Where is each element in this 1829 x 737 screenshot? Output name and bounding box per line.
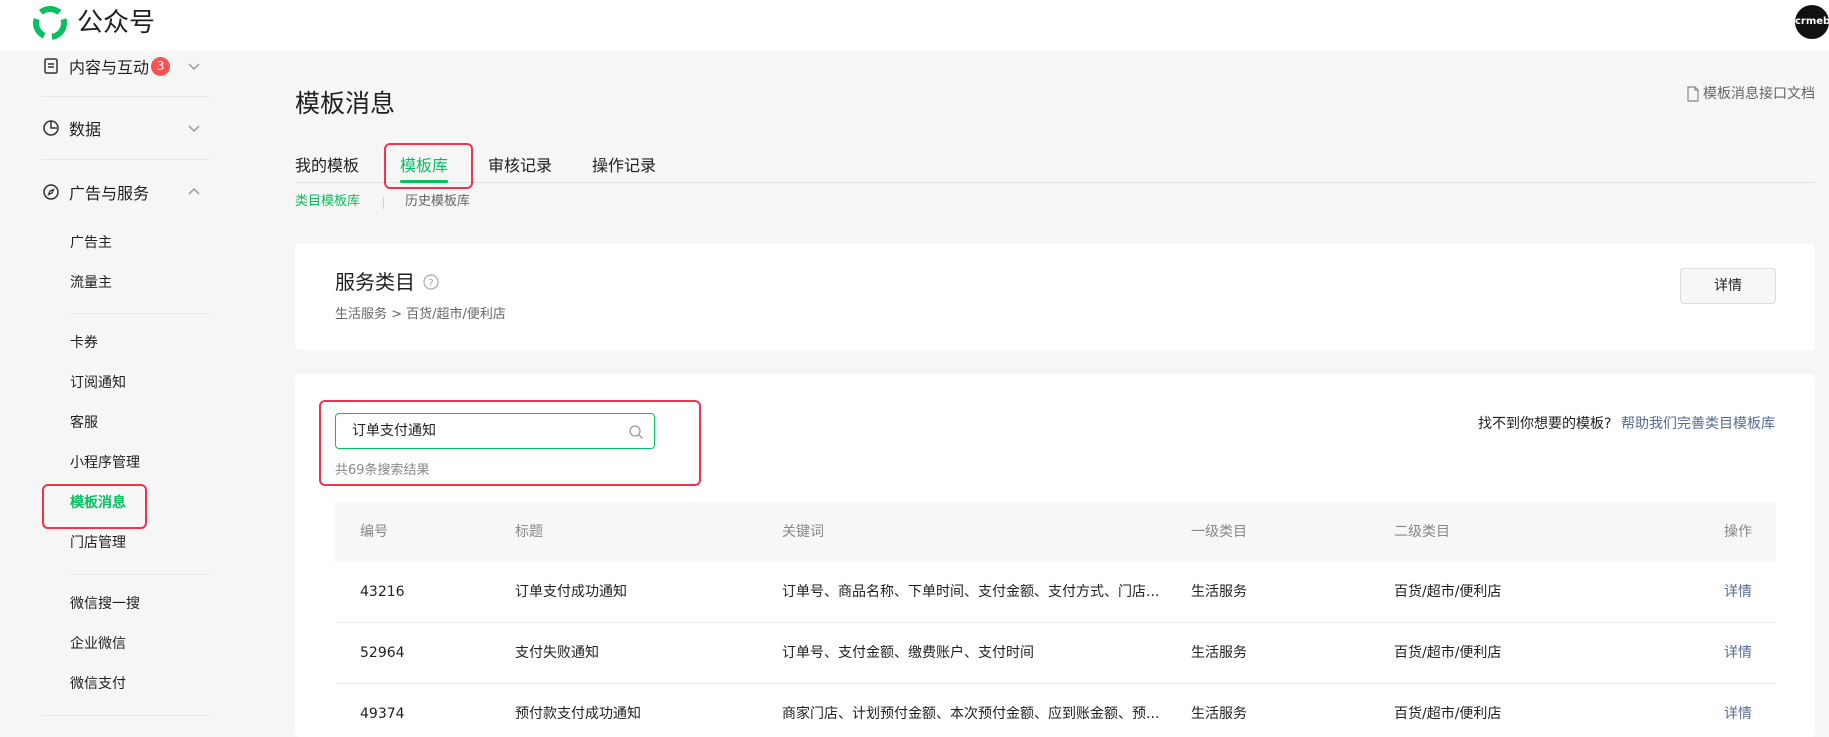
table-row: 49374 预付款支付成功通知 商家门店、计划预付金额、本次预付金额、应到账金额…: [335, 684, 1776, 737]
sidebar-group-label: 数据: [69, 120, 102, 139]
page-title: 模板消息: [295, 89, 396, 118]
column-header-category-1: 一级类目: [1191, 524, 1247, 540]
sidebar-item-coupons[interactable]: 卡券: [70, 333, 98, 353]
column-header-id: 编号: [360, 524, 388, 540]
sidebar-item-store-management[interactable]: 门店管理: [70, 533, 126, 553]
sidebar-item-miniprogram[interactable]: 小程序管理: [70, 453, 140, 473]
sidebar-group-content[interactable]: 内容与互动 3: [42, 52, 200, 80]
row-detail-link[interactable]: 详情: [1724, 704, 1752, 724]
sidebar-group-label: 广告与服务: [69, 184, 150, 203]
svg-text:?: ?: [428, 278, 433, 289]
row-detail-link[interactable]: 详情: [1724, 582, 1752, 602]
avatar[interactable]: crmeb: [1795, 5, 1829, 39]
row-detail-link[interactable]: 详情: [1724, 643, 1752, 663]
service-category-path: 生活服务 > 百货/超市/便利店: [335, 307, 506, 322]
cell-category-1: 生活服务: [1191, 584, 1247, 600]
brand-name: 公众号: [77, 8, 156, 38]
column-header-keywords: 关键词: [782, 524, 824, 540]
sidebar-item-advertiser[interactable]: 广告主: [70, 233, 112, 253]
cell-title: 支付失败通知: [515, 645, 599, 661]
api-doc-link[interactable]: 模板消息接口文档: [1686, 84, 1815, 104]
cell-title: 预付款支付成功通知: [515, 706, 641, 722]
improve-library-link[interactable]: 帮助我们完善类目模板库: [1621, 414, 1775, 434]
chevron-down-icon: [188, 63, 200, 71]
notification-badge: 3: [151, 56, 171, 76]
column-header-action: 操作: [1724, 524, 1752, 540]
service-category-card: [295, 244, 1815, 350]
table-header: 编号 标题 关键词 一级类目 二级类目 操作: [335, 502, 1776, 562]
wechat-logo-icon: [33, 6, 67, 40]
cell-category-2: 百货/超市/便利店: [1394, 584, 1502, 600]
sidebar-item-traffic-owner[interactable]: 流量主: [70, 273, 112, 293]
service-category-label: 服务类目: [335, 270, 415, 294]
sidebar-item-customer-service[interactable]: 客服: [70, 413, 98, 433]
table-row: 43216 订单支付成功通知 订单号、商品名称、下单时间、支付金额、支付方式、门…: [335, 562, 1776, 623]
subtab-category-library[interactable]: 类目模板库: [295, 192, 360, 212]
tabs-divider: [295, 182, 1815, 183]
sidebar-item-subscribe-notify[interactable]: 订阅通知: [70, 373, 126, 393]
sidebar-group-label: 内容与互动: [69, 58, 150, 77]
pie-chart-icon: [43, 120, 59, 136]
api-doc-label: 模板消息接口文档: [1703, 86, 1815, 102]
tab-my-templates[interactable]: 我的模板: [295, 155, 359, 177]
cell-id: 43216: [360, 584, 405, 600]
sidebar-group-ads[interactable]: 广告与服务: [42, 178, 200, 206]
divider: [42, 715, 210, 716]
subtab-history-library[interactable]: 历史模板库: [405, 192, 470, 212]
sidebar-item-wecom[interactable]: 企业微信: [70, 634, 126, 654]
cell-keywords: 订单号、商品名称、下单时间、支付金额、支付方式、门店...: [782, 584, 1160, 600]
cell-keywords: 商家门店、计划预付金额、本次预付金额、应到账金额、预...: [782, 706, 1160, 722]
divider: [42, 96, 210, 97]
subtab-divider: [383, 197, 384, 209]
cell-id: 52964: [360, 645, 405, 661]
chevron-up-icon: [188, 187, 200, 195]
cell-category-2: 百货/超市/便利店: [1394, 706, 1502, 722]
service-category-title: 服务类目 ?: [335, 268, 439, 296]
help-question: 找不到你想要的模板?: [1478, 416, 1612, 432]
divider: [70, 574, 210, 575]
service-detail-button[interactable]: 详情: [1680, 268, 1776, 304]
compass-icon: [43, 184, 59, 200]
cell-category-1: 生活服务: [1191, 706, 1247, 722]
chevron-down-icon: [188, 125, 200, 133]
divider: [70, 313, 210, 314]
column-header-title: 标题: [515, 524, 543, 540]
table-row: 52964 支付失败通知 订单号、支付金额、缴费账户、支付时间 生活服务 百货/…: [335, 623, 1776, 684]
document-icon: [44, 58, 58, 74]
highlight-box: [319, 400, 701, 486]
file-icon: [1687, 86, 1699, 102]
sidebar-item-wechat-pay[interactable]: 微信支付: [70, 674, 126, 694]
highlight-box: [42, 484, 147, 529]
column-header-category-2: 二级类目: [1394, 524, 1450, 540]
divider: [42, 159, 210, 160]
cell-title: 订单支付成功通知: [515, 584, 627, 600]
cell-keywords: 订单号、支付金额、缴费账户、支付时间: [782, 645, 1034, 661]
cell-id: 49374: [360, 706, 405, 722]
tab-operation-records[interactable]: 操作记录: [592, 155, 656, 177]
sidebar-item-wechat-search[interactable]: 微信搜一搜: [70, 594, 140, 614]
tab-review-records[interactable]: 审核记录: [488, 155, 552, 177]
highlight-box: [384, 143, 473, 189]
sidebar-group-data[interactable]: 数据: [42, 114, 200, 142]
cell-category-1: 生活服务: [1191, 645, 1247, 661]
help-circle-icon[interactable]: ?: [423, 274, 439, 290]
cell-category-2: 百货/超市/便利店: [1394, 645, 1502, 661]
top-bar: 公众号 crmeb: [0, 0, 1829, 51]
